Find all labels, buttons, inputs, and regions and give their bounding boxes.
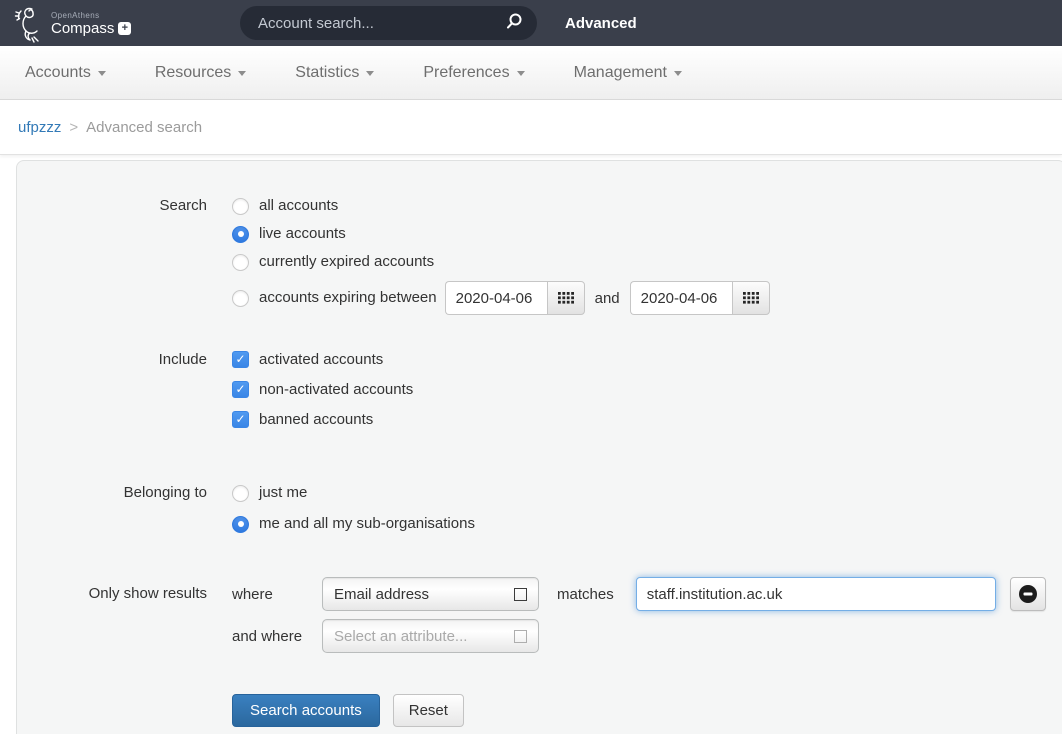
dropdown-square-icon: [514, 630, 527, 643]
calendar-grid-icon: [743, 292, 759, 304]
plus-icon: +: [118, 22, 131, 35]
caret-down-icon: [517, 71, 525, 76]
nav-item-management[interactable]: Management: [574, 64, 682, 82]
reset-button[interactable]: Reset: [393, 694, 464, 727]
caret-down-icon: [366, 71, 374, 76]
account-search-box: [240, 6, 537, 40]
account-search-input[interactable]: [258, 15, 505, 32]
search-group: Search all accounts live accounts curren…: [37, 197, 1062, 315]
filters-group-label: Only show results: [37, 577, 207, 661]
logo-openathens-label: OpenAthens: [51, 11, 131, 20]
checkbox-activated-accounts[interactable]: ✓: [232, 351, 249, 368]
filter-row-1: where Email address matches: [232, 577, 1046, 611]
radio-row-expiring-between: accounts expiring between: [232, 281, 770, 315]
advanced-search-link[interactable]: Advanced: [565, 0, 637, 46]
caret-down-icon: [238, 71, 246, 76]
radio-expired-accounts[interactable]: [232, 254, 249, 271]
radio-live-accounts[interactable]: [232, 226, 249, 243]
search-group-label: Search: [37, 197, 207, 315]
attribute-select-placeholder[interactable]: Select an attribute...: [322, 619, 539, 653]
calendar-grid-icon: [558, 292, 574, 304]
radio-row-live-accounts: live accounts: [232, 225, 770, 243]
date-from-input[interactable]: [445, 281, 547, 315]
filter-row-2: and where Select an attribute...: [232, 619, 1046, 653]
date-to-calendar-button[interactable]: [732, 281, 770, 315]
nav-item-accounts[interactable]: Accounts: [25, 64, 106, 82]
nav-item-statistics[interactable]: Statistics: [295, 64, 374, 82]
radio-me-and-sub-organisations[interactable]: [232, 516, 249, 533]
owl-logo-icon: [12, 3, 46, 43]
and-label: and: [595, 290, 620, 307]
filter-value-input[interactable]: [636, 577, 996, 611]
checkbox-banned-accounts[interactable]: ✓: [232, 411, 249, 428]
openathens-compass-logo[interactable]: OpenAthens Compass +: [12, 3, 131, 43]
dropdown-square-icon: [514, 588, 527, 601]
remove-filter-button[interactable]: [1010, 577, 1046, 611]
main-navbar: Accounts Resources Statistics Preference…: [0, 46, 1062, 100]
search-icon[interactable]: [505, 12, 523, 35]
include-group-label: Include: [37, 351, 207, 441]
main-content: Search all accounts live accounts curren…: [0, 155, 1062, 734]
radio-just-me[interactable]: [232, 485, 249, 502]
include-group: Include ✓ activated accounts ✓ non-activ…: [37, 351, 1062, 441]
checkbox-row-banned: ✓ banned accounts: [232, 411, 413, 428]
search-accounts-button[interactable]: Search accounts: [232, 694, 380, 727]
caret-down-icon: [98, 71, 106, 76]
logo-compass-label: Compass +: [51, 20, 131, 37]
radio-row-expired-accounts: currently expired accounts: [232, 253, 770, 271]
radio-row-all-accounts: all accounts: [232, 197, 770, 215]
minus-circle-icon: [1019, 585, 1037, 603]
date-from-group: [445, 281, 585, 315]
form-actions: Search accounts Reset: [37, 694, 1062, 727]
belonging-group-label: Belonging to: [37, 484, 207, 543]
radio-all-accounts[interactable]: [232, 198, 249, 215]
app-header: OpenAthens Compass + Advanced: [0, 0, 1062, 46]
advanced-search-panel: Search all accounts live accounts curren…: [16, 160, 1062, 734]
attribute-select[interactable]: Email address: [322, 577, 539, 611]
matches-label: matches: [557, 586, 614, 603]
date-from-calendar-button[interactable]: [547, 281, 585, 315]
and-where-label: and where: [232, 628, 322, 645]
breadcrumb: ufpzzz > Advanced search: [0, 100, 1062, 155]
radio-row-sub-organisations: me and all my sub-organisations: [232, 515, 475, 533]
checkbox-non-activated-accounts[interactable]: ✓: [232, 381, 249, 398]
caret-down-icon: [674, 71, 682, 76]
checkbox-row-non-activated: ✓ non-activated accounts: [232, 381, 413, 398]
breadcrumb-current: Advanced search: [86, 119, 202, 136]
date-to-group: [630, 281, 770, 315]
nav-item-resources[interactable]: Resources: [155, 64, 246, 82]
belonging-group: Belonging to just me me and all my sub-o…: [37, 484, 1062, 543]
breadcrumb-separator: >: [69, 119, 78, 136]
logo-text: OpenAthens Compass +: [51, 9, 131, 37]
date-to-input[interactable]: [630, 281, 732, 315]
filters-group: Only show results where Email address ma…: [37, 577, 1062, 661]
checkbox-row-activated: ✓ activated accounts: [232, 351, 413, 368]
where-label: where: [232, 586, 322, 603]
radio-row-just-me: just me: [232, 484, 475, 502]
breadcrumb-org-link[interactable]: ufpzzz: [18, 119, 61, 136]
radio-expiring-between[interactable]: [232, 290, 249, 307]
nav-item-preferences[interactable]: Preferences: [423, 64, 524, 82]
